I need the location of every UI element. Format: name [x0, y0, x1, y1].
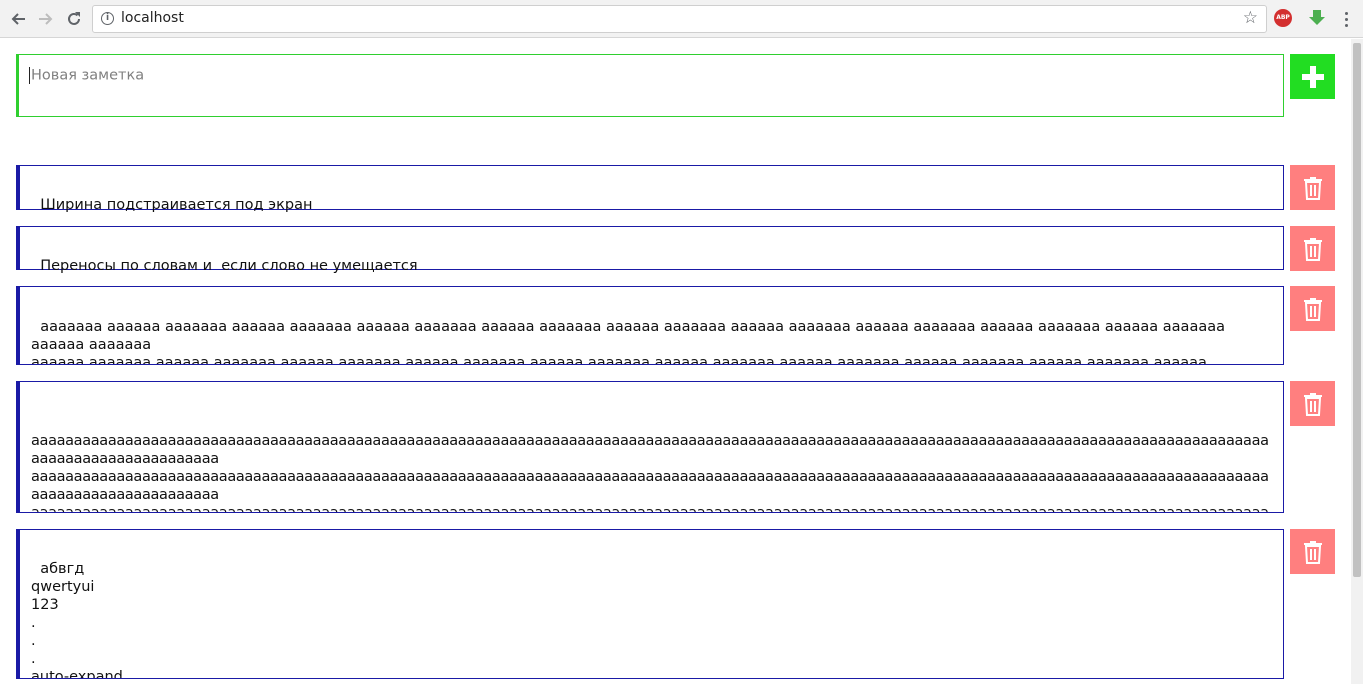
note-text[interactable]: Переносы по словам и если слово не умеща…: [40, 258, 417, 274]
trash-icon: [1303, 176, 1322, 200]
note-text[interactable]: абвгд qwertyui 123 . . . auto-expand: [31, 561, 123, 678]
forward-arrow-icon[interactable]: [34, 7, 58, 31]
note-item[interactable]: аааааааааааааааааааааааааааааааааааааааа…: [16, 381, 1284, 513]
trash-icon: [1303, 297, 1322, 321]
new-note-placeholder: Новая заметка: [31, 67, 145, 84]
reload-icon[interactable]: [62, 7, 86, 31]
delete-note-button[interactable]: [1290, 226, 1335, 271]
note-text[interactable]: Ширина подстраивается под экран: [40, 197, 312, 213]
text-cursor: [29, 67, 30, 84]
download-extension-icon[interactable]: [1307, 8, 1327, 28]
address-bar[interactable]: i localhost ☆: [92, 5, 1267, 33]
trash-icon: [1303, 392, 1322, 416]
adblock-extension-icon[interactable]: ABP: [1274, 9, 1292, 27]
delete-note-button[interactable]: [1290, 529, 1335, 574]
scrollbar-thumb[interactable]: [1353, 43, 1361, 577]
note-item[interactable]: Ширина подстраивается под экран: [16, 165, 1284, 213]
note-item[interactable]: абвгд qwertyui 123 . . . auto-expand: [16, 529, 1284, 679]
delete-note-button[interactable]: [1290, 165, 1335, 210]
note-item[interactable]: Переносы по словам и если слово не умеща…: [16, 226, 1284, 274]
trash-icon: [1303, 237, 1322, 261]
new-note-input[interactable]: Новая заметка: [16, 54, 1284, 117]
info-icon[interactable]: i: [101, 12, 114, 25]
browser-menu-icon[interactable]: [1340, 8, 1352, 30]
delete-note-button[interactable]: [1290, 381, 1335, 426]
note-text[interactable]: аааааааааааааааааааааааааааааааааааааааа…: [31, 433, 1269, 512]
delete-note-button[interactable]: [1290, 286, 1335, 331]
plus-icon: [1301, 65, 1324, 88]
add-note-button[interactable]: [1290, 54, 1335, 99]
trash-icon: [1303, 540, 1322, 564]
back-arrow-icon[interactable]: [6, 7, 30, 31]
browser-toolbar: i localhost ☆ ABP: [0, 0, 1363, 38]
url-text[interactable]: localhost: [121, 10, 184, 26]
bookmark-star-icon[interactable]: ☆: [1243, 8, 1258, 28]
note-text[interactable]: ааааааа аааааа ааааааа аааааа ааааааа аа…: [31, 319, 1230, 364]
note-item[interactable]: ааааааа аааааа ааааааа аааааа ааааааа аа…: [16, 286, 1284, 365]
scrollbar[interactable]: [1351, 39, 1363, 684]
